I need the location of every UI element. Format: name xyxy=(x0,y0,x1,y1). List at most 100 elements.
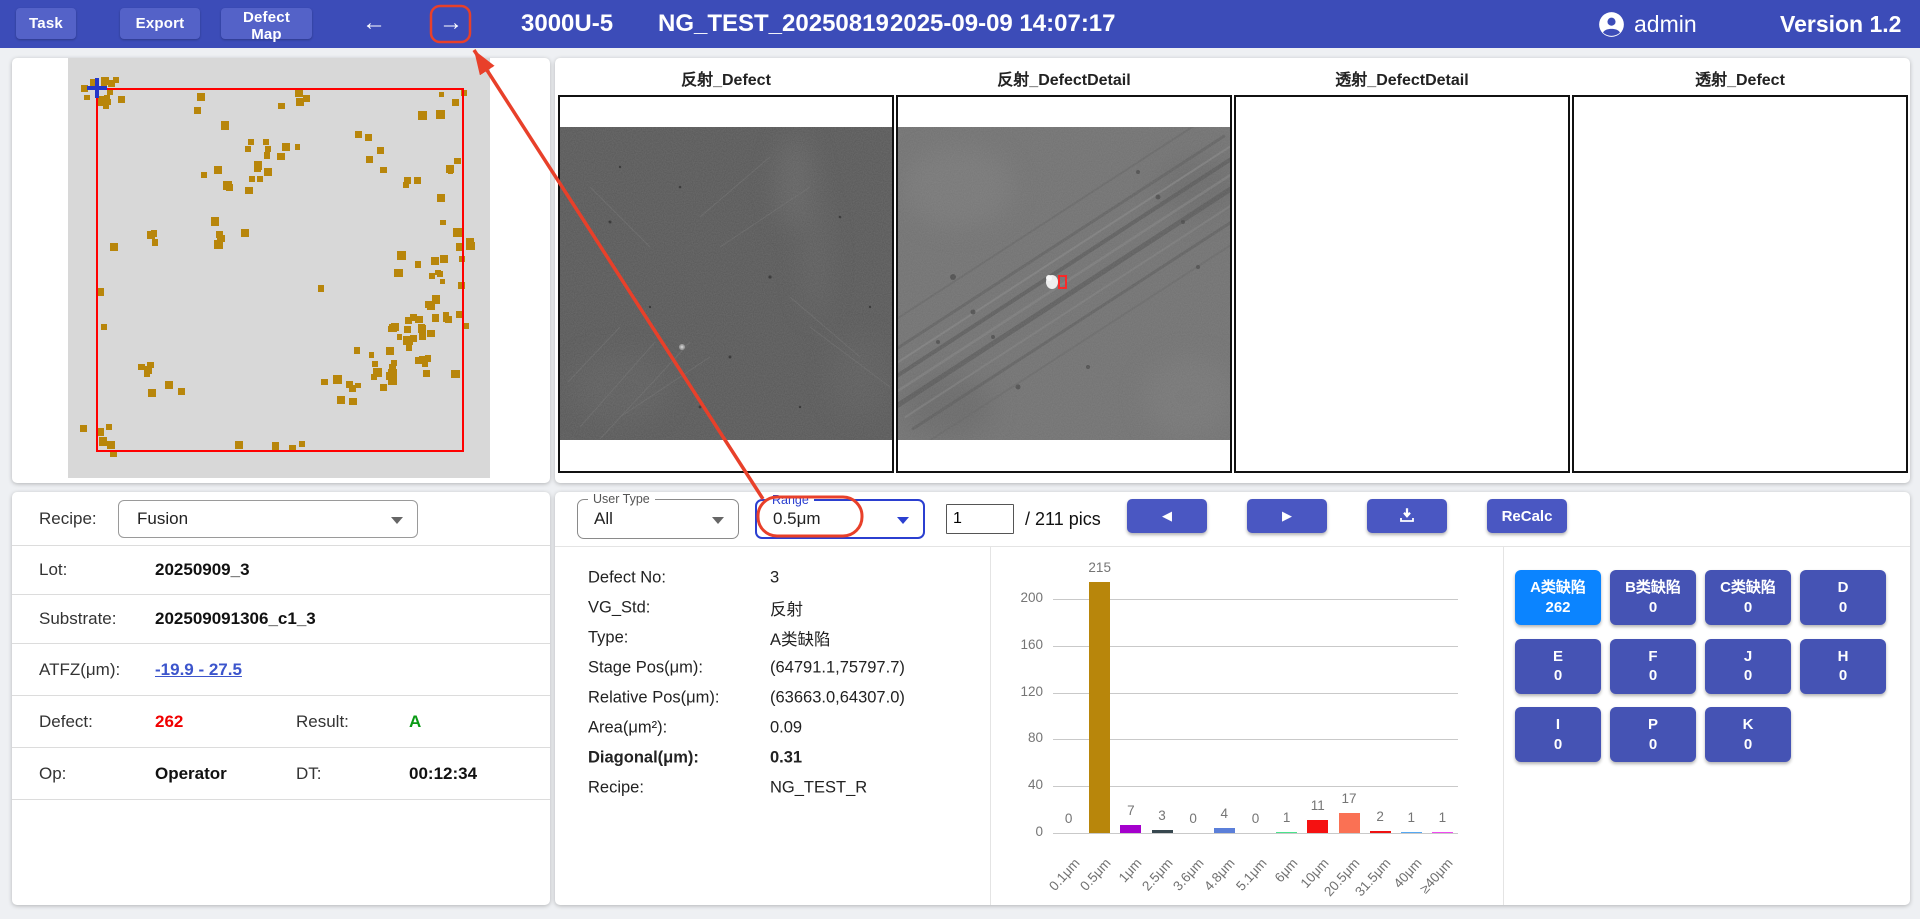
class-button-label: P xyxy=(1610,715,1696,735)
detail-value: (63663.0,64307.0) xyxy=(770,689,905,708)
histogram-bar[interactable] xyxy=(1214,828,1235,833)
histogram-bar[interactable] xyxy=(1432,832,1453,833)
class-button-count: 0 xyxy=(1705,666,1791,686)
bar-value-label: 0 xyxy=(1049,811,1089,826)
class-button-F[interactable]: F0 xyxy=(1610,639,1696,694)
class-button-I[interactable]: I0 xyxy=(1515,707,1601,762)
detail-value: 3 xyxy=(770,569,779,588)
atfz-row: ATFZ(μm): -19.9 - 27.5 xyxy=(12,644,550,696)
class-button-C类缺陷[interactable]: C类缺陷0 xyxy=(1705,570,1791,625)
size-histogram-section: 0408012016020000.1μm2150.5μm71μm32.5μm03… xyxy=(991,547,1504,905)
class-button-P[interactable]: P0 xyxy=(1610,707,1696,762)
histogram-bar[interactable] xyxy=(1339,813,1360,833)
detail-value: 0.09 xyxy=(770,719,802,738)
class-button-D[interactable]: D0 xyxy=(1800,570,1886,625)
class-button-label: C类缺陷 xyxy=(1705,578,1791,598)
y-tick-label: 80 xyxy=(1003,730,1043,745)
task-button[interactable]: Task xyxy=(16,8,76,39)
user-type-select[interactable]: User Type All xyxy=(577,499,739,539)
class-button-E[interactable]: E0 xyxy=(1515,639,1601,694)
class-button-label: J xyxy=(1705,647,1791,667)
recalc-button[interactable]: ReCalc xyxy=(1487,499,1567,533)
recipe-label: Recipe: xyxy=(39,509,97,529)
lot-label: Lot: xyxy=(39,560,67,580)
defect-map-card xyxy=(12,58,550,483)
result-label: Result: xyxy=(296,712,349,732)
detail-label: VG_Std: xyxy=(588,599,650,618)
detail-row: VG_Std:反射 xyxy=(555,593,990,623)
bar-value-label: 17 xyxy=(1329,791,1369,806)
chevron-down-icon xyxy=(897,517,909,524)
recipe-select[interactable]: Fusion xyxy=(118,500,418,538)
gridline xyxy=(1053,786,1458,787)
next-pic-button[interactable]: ▶ xyxy=(1247,499,1327,533)
class-button-label: A类缺陷 xyxy=(1515,578,1601,598)
arrow-forward-icon[interactable]: → xyxy=(431,0,471,48)
class-button-label: F xyxy=(1610,647,1696,667)
range-label: Range xyxy=(767,493,814,507)
range-select[interactable]: Range 0.5μm xyxy=(755,499,925,539)
class-button-J[interactable]: J0 xyxy=(1705,639,1791,694)
class-button-A类缺陷[interactable]: A类缺陷262 xyxy=(1515,570,1601,625)
recipe-selected-value: Fusion xyxy=(137,509,188,529)
dt-label: DT: xyxy=(296,764,322,784)
lot-value: 20250909_3 xyxy=(155,560,250,580)
defect-dot xyxy=(101,77,109,85)
class-button-H[interactable]: H0 xyxy=(1800,639,1886,694)
class-button-B类缺陷[interactable]: B类缺陷0 xyxy=(1610,570,1696,625)
arrow-back-icon[interactable]: ← xyxy=(354,0,394,48)
histogram-bar[interactable] xyxy=(1089,582,1110,834)
gridline xyxy=(1053,646,1458,647)
reflect-detail-image-panel[interactable] xyxy=(896,95,1232,473)
histogram-bar[interactable] xyxy=(1152,830,1173,834)
user-type-value: All xyxy=(594,509,613,529)
y-tick-label: 200 xyxy=(1003,590,1043,605)
analysis-card: User Type All Range 0.5μm / 211 pics ◀ ▶… xyxy=(555,492,1910,905)
reflect-defect-image-panel[interactable] xyxy=(558,95,894,473)
username-label[interactable]: admin xyxy=(1634,0,1697,48)
y-tick-label: 40 xyxy=(1003,777,1043,792)
histogram-bar[interactable] xyxy=(1120,825,1141,833)
y-tick-label: 120 xyxy=(1003,684,1043,699)
timestamp: 2025-09-09 14:07:17 xyxy=(890,0,1116,48)
gridline xyxy=(1053,739,1458,740)
panel-title-reflect-detail: 反射_DefectDetail xyxy=(896,66,1232,90)
histogram-bar[interactable] xyxy=(1307,820,1328,833)
pic-index-input[interactable] xyxy=(946,504,1014,534)
defect-dot xyxy=(113,77,120,84)
defect-class-section: A类缺陷262B类缺陷0C类缺陷0D0E0F0J0H0I0P0K0 xyxy=(1504,547,1910,905)
panel-title-reflect-defect: 反射_Defect xyxy=(558,66,894,90)
histogram-bar[interactable] xyxy=(1276,832,1297,833)
gridline xyxy=(1053,833,1458,834)
histogram-bar[interactable] xyxy=(1370,831,1391,833)
class-button-count: 262 xyxy=(1515,598,1601,618)
lot-row: Lot: 20250909_3 xyxy=(12,546,550,595)
sem-image xyxy=(560,127,892,440)
detail-row: Defect No:3 xyxy=(555,563,990,593)
gridline xyxy=(1053,599,1458,600)
trans-defect-image-panel[interactable] xyxy=(1572,95,1908,473)
defect-images-card: 反射_Defect 反射_DefectDetail 透射_DefectDetai… xyxy=(555,58,1910,483)
atfz-label: ATFZ(μm): xyxy=(39,660,120,680)
defect-dot xyxy=(80,425,87,432)
version-label: Version 1.2 xyxy=(1780,0,1901,48)
defect-map[interactable] xyxy=(68,58,490,478)
class-button-count: 0 xyxy=(1705,598,1791,618)
range-value: 0.5μm xyxy=(773,509,821,529)
class-button-label: B类缺陷 xyxy=(1610,578,1696,598)
detail-value: (64791.1,75797.7) xyxy=(770,659,905,678)
origin-crosshair-icon xyxy=(95,78,99,98)
result-grade: A xyxy=(409,712,421,732)
trans-detail-image-panel[interactable] xyxy=(1234,95,1570,473)
histogram-bar[interactable] xyxy=(1401,832,1422,833)
prev-pic-button[interactable]: ◀ xyxy=(1127,499,1207,533)
class-button-K[interactable]: K0 xyxy=(1705,707,1791,762)
defect-map-button[interactable]: Defect Map xyxy=(221,8,312,39)
detail-row: Area(μm²):0.09 xyxy=(555,713,990,743)
detail-label: Diagonal(μm): xyxy=(588,749,699,768)
download-button[interactable] xyxy=(1367,499,1447,533)
atfz-link[interactable]: -19.9 - 27.5 xyxy=(155,660,242,680)
gridline xyxy=(1053,693,1458,694)
bar-value-label: 215 xyxy=(1080,560,1120,575)
export-button[interactable]: Export xyxy=(120,8,200,39)
